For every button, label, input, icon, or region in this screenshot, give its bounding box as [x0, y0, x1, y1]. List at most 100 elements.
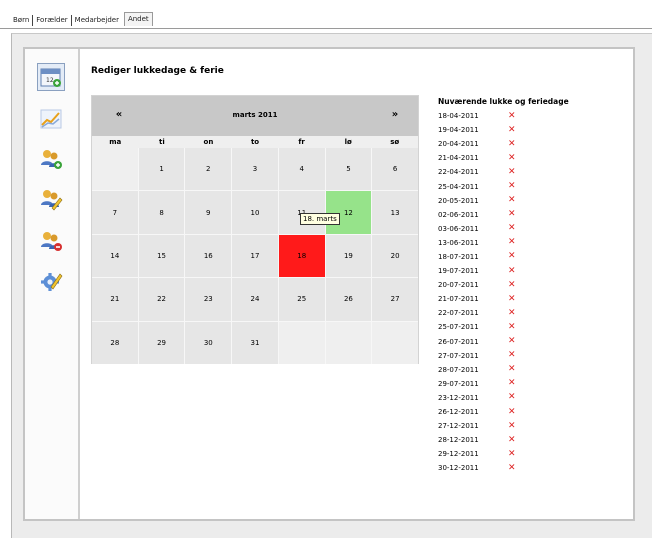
- delete-icon[interactable]: ✕: [508, 322, 516, 332]
- calendar-day[interactable]: 21: [92, 278, 138, 321]
- closed-day-row: 29-12-2011 ✕: [438, 447, 538, 461]
- delete-icon[interactable]: ✕: [508, 210, 516, 219]
- calendar-day[interactable]: 19: [325, 234, 372, 278]
- closed-day-date: 18-07-2011: [438, 252, 479, 261]
- closed-day-date: 20-04-2011: [438, 140, 479, 149]
- delete-icon[interactable]: ✕: [508, 252, 516, 261]
- delete-icon[interactable]: ✕: [508, 449, 516, 459]
- calendar-day-selected[interactable]: 18: [278, 234, 325, 278]
- delete-icon[interactable]: ✕: [508, 308, 516, 318]
- calendar-day[interactable]: 27: [372, 278, 418, 321]
- delete-icon[interactable]: ✕: [508, 407, 516, 417]
- delete-icon[interactable]: ✕: [508, 351, 516, 360]
- calendar-day[interactable]: 10: [232, 191, 278, 234]
- delete-icon[interactable]: ✕: [508, 238, 516, 247]
- calendar-day[interactable]: 28: [92, 321, 138, 364]
- calendar-day[interactable]: 20: [372, 234, 418, 278]
- delete-icon[interactable]: ✕: [508, 125, 516, 135]
- users-remove-icon[interactable]: [39, 229, 63, 253]
- delete-icon[interactable]: ✕: [508, 379, 516, 388]
- delete-icon[interactable]: ✕: [508, 421, 516, 431]
- closed-day-date: 28-12-2011: [438, 436, 479, 445]
- delete-icon[interactable]: ✕: [508, 294, 516, 304]
- closed-day-date: 22-07-2011: [438, 309, 479, 318]
- calendar-day[interactable]: 15: [138, 234, 185, 278]
- closed-day-row: 20-04-2011 ✕: [438, 137, 538, 151]
- calendar-day-empty: [372, 321, 418, 364]
- calendar-day[interactable]: 14: [92, 234, 138, 278]
- closed-day-row: 26-12-2011 ✕: [438, 405, 538, 419]
- tab-andet[interactable]: Andet: [123, 12, 153, 26]
- calendar-day[interactable]: 9: [185, 191, 232, 234]
- calendar-day[interactable]: 17: [232, 234, 278, 278]
- calendar-day[interactable]: 7: [92, 191, 138, 234]
- delete-icon[interactable]: ✕: [508, 224, 516, 233]
- closed-day-date: 18-04-2011: [438, 112, 479, 121]
- tab-foraelder[interactable]: Forælder: [32, 15, 70, 26]
- users-add-icon[interactable]: [39, 147, 63, 171]
- delete-icon[interactable]: ✕: [508, 196, 516, 205]
- delete-icon[interactable]: ✕: [508, 153, 516, 163]
- closed-day-row: 19-04-2011 ✕: [438, 123, 538, 137]
- closed-day-date: 03-06-2011: [438, 224, 479, 233]
- closed-day-date: 26-12-2011: [438, 408, 479, 417]
- closed-day-row: 28-07-2011 ✕: [438, 363, 538, 377]
- delete-icon[interactable]: ✕: [508, 280, 516, 290]
- closed-day-date: 26-07-2011: [438, 337, 479, 346]
- closed-day-date: 28-07-2011: [438, 365, 479, 374]
- chart-icon[interactable]: [39, 107, 63, 131]
- calendar-day[interactable]: 8: [138, 191, 185, 234]
- calendar-day[interactable]: 22: [138, 278, 185, 321]
- weekday-label: lø: [344, 138, 352, 146]
- calendar-day[interactable]: 6: [372, 148, 418, 191]
- closed-day-row: 25-07-2011 ✕: [438, 320, 538, 334]
- closed-day-date: 29-07-2011: [438, 379, 479, 388]
- delete-icon[interactable]: ✕: [508, 111, 516, 121]
- delete-icon[interactable]: ✕: [508, 463, 516, 473]
- tab-medarbejder[interactable]: Medarbejder: [70, 15, 122, 26]
- calendar-grid: 1234567891011121314151617181920212223242…: [92, 148, 418, 364]
- tab-boern[interactable]: Børn: [10, 15, 32, 26]
- delete-icon[interactable]: ✕: [508, 393, 516, 402]
- gear-edit-icon[interactable]: [39, 269, 63, 293]
- next-month-button[interactable]: »: [388, 109, 402, 120]
- calendar-day-empty: [278, 321, 325, 364]
- calendar-day[interactable]: 2: [185, 148, 232, 191]
- delete-icon[interactable]: ✕: [508, 139, 516, 149]
- delete-icon[interactable]: ✕: [508, 435, 516, 445]
- closed-day-row: 20-05-2011 ✕: [438, 194, 538, 208]
- calendar-day[interactable]: 26: [325, 278, 372, 321]
- calendar-day[interactable]: 30: [185, 321, 232, 364]
- closed-day-row: 21-04-2011 ✕: [438, 151, 538, 165]
- delete-icon[interactable]: ✕: [508, 167, 516, 177]
- closed-day-row: 26-07-2011 ✕: [438, 335, 538, 349]
- calendar-header: « marts 2011 »: [92, 96, 418, 136]
- users-edit-icon[interactable]: [39, 187, 63, 211]
- delete-icon[interactable]: ✕: [508, 266, 516, 276]
- weekday-label: ti: [158, 138, 165, 146]
- calendar-day[interactable]: 3: [232, 148, 278, 191]
- calendar-day[interactable]: 4: [278, 148, 325, 191]
- calendar-day[interactable]: 5: [325, 148, 372, 191]
- calendar-add-icon[interactable]: 12: [37, 63, 65, 91]
- calendar-day[interactable]: 25: [278, 278, 325, 321]
- calendar-day[interactable]: 24: [232, 278, 278, 321]
- closed-day-row: 30-12-2011 ✕: [438, 461, 538, 475]
- calendar-day[interactable]: 23: [185, 278, 232, 321]
- calendar-day-empty: [92, 148, 138, 191]
- closed-day-row: 22-07-2011 ✕: [438, 306, 538, 320]
- closed-day-date: 25-04-2011: [438, 182, 479, 191]
- closed-days-title: Nuværende lukke og feriedage: [438, 97, 569, 106]
- calendar-day[interactable]: 29: [138, 321, 185, 364]
- closed-day-row: 18-07-2011 ✕: [438, 250, 538, 264]
- delete-icon[interactable]: ✕: [508, 365, 516, 374]
- calendar-day[interactable]: 13: [372, 191, 418, 234]
- delete-icon[interactable]: ✕: [508, 337, 516, 346]
- closed-day-row: 13-06-2011 ✕: [438, 236, 538, 250]
- calendar-day[interactable]: 1: [138, 148, 185, 191]
- delete-icon[interactable]: ✕: [508, 182, 516, 191]
- calendar-day[interactable]: 31: [232, 321, 278, 364]
- closed-day-row: 22-04-2011 ✕: [438, 165, 538, 179]
- calendar-day[interactable]: 16: [185, 234, 232, 278]
- closed-day-date: 02-06-2011: [438, 210, 479, 219]
